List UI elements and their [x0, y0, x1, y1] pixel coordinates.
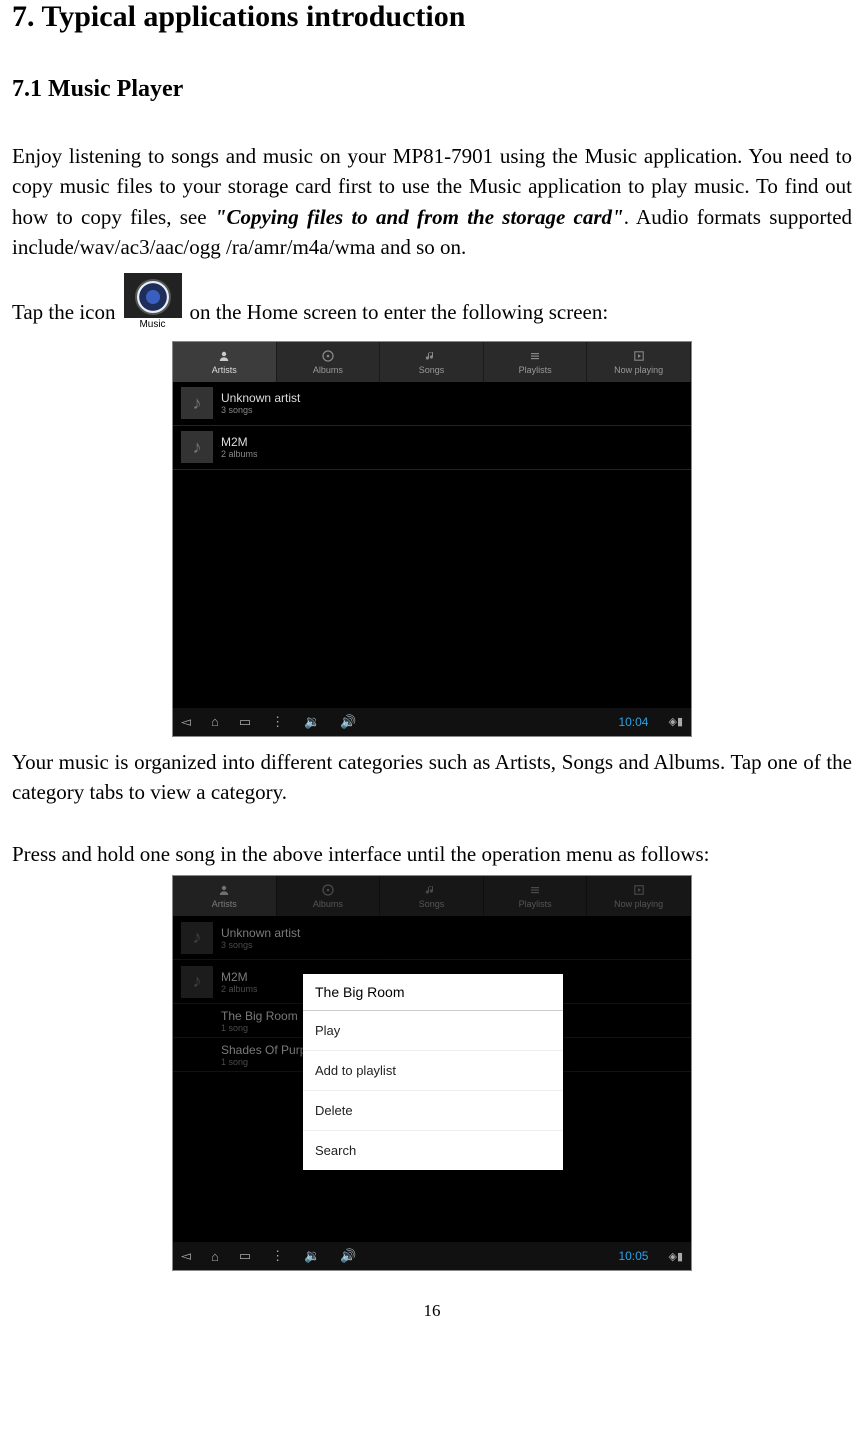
- tap-text-after: on the Home screen to enter the followin…: [190, 300, 609, 331]
- vol-down-icon[interactable]: 🔉: [304, 1248, 320, 1264]
- artist-sub: 3 songs: [221, 940, 300, 950]
- recent-icon[interactable]: ▭: [239, 714, 251, 730]
- list-item[interactable]: ♪ Unknown artist 3 songs: [173, 382, 691, 426]
- vol-up-icon[interactable]: 🔊: [340, 714, 356, 730]
- album-name: The Big Room: [221, 1009, 298, 1023]
- album-sub: 1 song: [221, 1023, 298, 1033]
- artist-sub: 2 albums: [221, 449, 258, 459]
- tab-label: Playlists: [519, 899, 552, 909]
- note-icon: [424, 349, 438, 363]
- album-art-placeholder: ♪: [181, 431, 213, 463]
- artist-name: M2M: [221, 435, 258, 449]
- tab-label: Songs: [419, 899, 445, 909]
- intro-emphasis: "Copying files to and from the storage c…: [215, 205, 624, 229]
- intro-paragraph: Enjoy listening to songs and music on yo…: [12, 141, 852, 263]
- note-icon: [424, 883, 438, 897]
- menu-item-search[interactable]: Search: [303, 1131, 563, 1170]
- tab-now-playing[interactable]: Now playing: [587, 342, 691, 382]
- speaker-icon: [135, 279, 171, 315]
- back-icon[interactable]: ◅: [181, 1248, 191, 1264]
- menu-item-add-playlist[interactable]: Add to playlist: [303, 1051, 563, 1091]
- artist-sub: 3 songs: [221, 405, 300, 415]
- categories-paragraph: Your music is organized into different c…: [12, 747, 852, 808]
- tab-now-playing[interactable]: Now playing: [587, 876, 691, 916]
- page-number: 16: [12, 1301, 852, 1321]
- home-icon[interactable]: ⌂: [211, 1249, 219, 1264]
- list-item[interactable]: ♪ Unknown artist 3 songs: [173, 916, 691, 960]
- music-tabs: Artists Albums Songs Playlists Now playi…: [173, 342, 691, 382]
- list-icon: [528, 349, 542, 363]
- home-icon[interactable]: ⌂: [211, 714, 219, 729]
- wifi-icon: ◈▮: [668, 1250, 683, 1263]
- tap-instruction: Tap the icon Music on the Home screen to…: [12, 273, 852, 331]
- tab-songs[interactable]: Songs: [380, 342, 484, 382]
- system-navbar: ◅ ⌂ ▭ ⋮ 🔉 🔊 10:05 ◈▮: [173, 1242, 691, 1270]
- music-icon-label: Music: [124, 318, 182, 331]
- menu-item-play[interactable]: Play: [303, 1011, 563, 1051]
- screenshot-music-artists: Artists Albums Songs Playlists Now playi…: [172, 341, 692, 737]
- subsection-heading: 7.1 Music Player: [12, 76, 852, 103]
- album-sub: 1 song: [221, 1057, 316, 1067]
- album-art-placeholder: ♪: [181, 966, 213, 998]
- person-icon: [217, 883, 231, 897]
- album-art-placeholder: ♪: [181, 922, 213, 954]
- album-name: Shades Of Purple: [221, 1043, 316, 1057]
- album-art-placeholder: ♪: [181, 387, 213, 419]
- artist-sub: 2 albums: [221, 984, 258, 994]
- music-app-icon: Music: [124, 273, 182, 331]
- list-icon: [528, 883, 542, 897]
- menu-icon[interactable]: ⋮: [271, 714, 284, 730]
- menu-icon[interactable]: ⋮: [271, 1248, 284, 1264]
- disc-icon: [321, 883, 335, 897]
- wifi-icon: ◈▮: [668, 715, 683, 728]
- tab-songs[interactable]: Songs: [380, 876, 484, 916]
- context-menu: The Big Room Play Add to playlist Delete…: [303, 974, 563, 1170]
- artist-name: M2M: [221, 970, 258, 984]
- system-navbar: ◅ ⌂ ▭ ⋮ 🔉 🔊 10:04 ◈▮: [173, 708, 691, 736]
- artist-name: Unknown artist: [221, 391, 300, 405]
- vol-down-icon[interactable]: 🔉: [304, 714, 320, 730]
- tap-text-before: Tap the icon: [12, 300, 116, 331]
- tab-label: Playlists: [519, 365, 552, 375]
- vol-up-icon[interactable]: 🔊: [340, 1248, 356, 1264]
- tab-playlists[interactable]: Playlists: [484, 342, 588, 382]
- clock-text: 10:05: [618, 1249, 648, 1263]
- play-square-icon: [632, 883, 646, 897]
- tab-artists[interactable]: Artists: [173, 876, 277, 916]
- context-menu-title: The Big Room: [303, 974, 563, 1011]
- artist-list: ♪ Unknown artist 3 songs ♪ M2M 2 albums: [173, 382, 691, 708]
- longpress-paragraph: Press and hold one song in the above int…: [12, 839, 852, 869]
- person-icon: [217, 349, 231, 363]
- clock-text: 10:04: [618, 715, 648, 729]
- screenshot-context-menu: Artists Albums Songs Playlists Now playi…: [172, 875, 692, 1271]
- disc-icon: [321, 349, 335, 363]
- play-square-icon: [632, 349, 646, 363]
- tab-label: Artists: [212, 365, 237, 375]
- tab-label: Songs: [419, 365, 445, 375]
- tab-artists[interactable]: Artists: [173, 342, 277, 382]
- tab-playlists[interactable]: Playlists: [484, 876, 588, 916]
- artist-name: Unknown artist: [221, 926, 300, 940]
- tab-label: Now playing: [614, 899, 663, 909]
- tab-label: Now playing: [614, 365, 663, 375]
- section-heading: 7. Typical applications introduction: [12, 0, 852, 34]
- tab-label: Albums: [313, 899, 343, 909]
- menu-item-delete[interactable]: Delete: [303, 1091, 563, 1131]
- tab-albums[interactable]: Albums: [277, 342, 381, 382]
- music-tabs: Artists Albums Songs Playlists Now playi…: [173, 876, 691, 916]
- tab-label: Albums: [313, 365, 343, 375]
- tab-albums[interactable]: Albums: [277, 876, 381, 916]
- back-icon[interactable]: ◅: [181, 714, 191, 730]
- recent-icon[interactable]: ▭: [239, 1248, 251, 1264]
- tab-label: Artists: [212, 899, 237, 909]
- list-item[interactable]: ♪ M2M 2 albums: [173, 426, 691, 470]
